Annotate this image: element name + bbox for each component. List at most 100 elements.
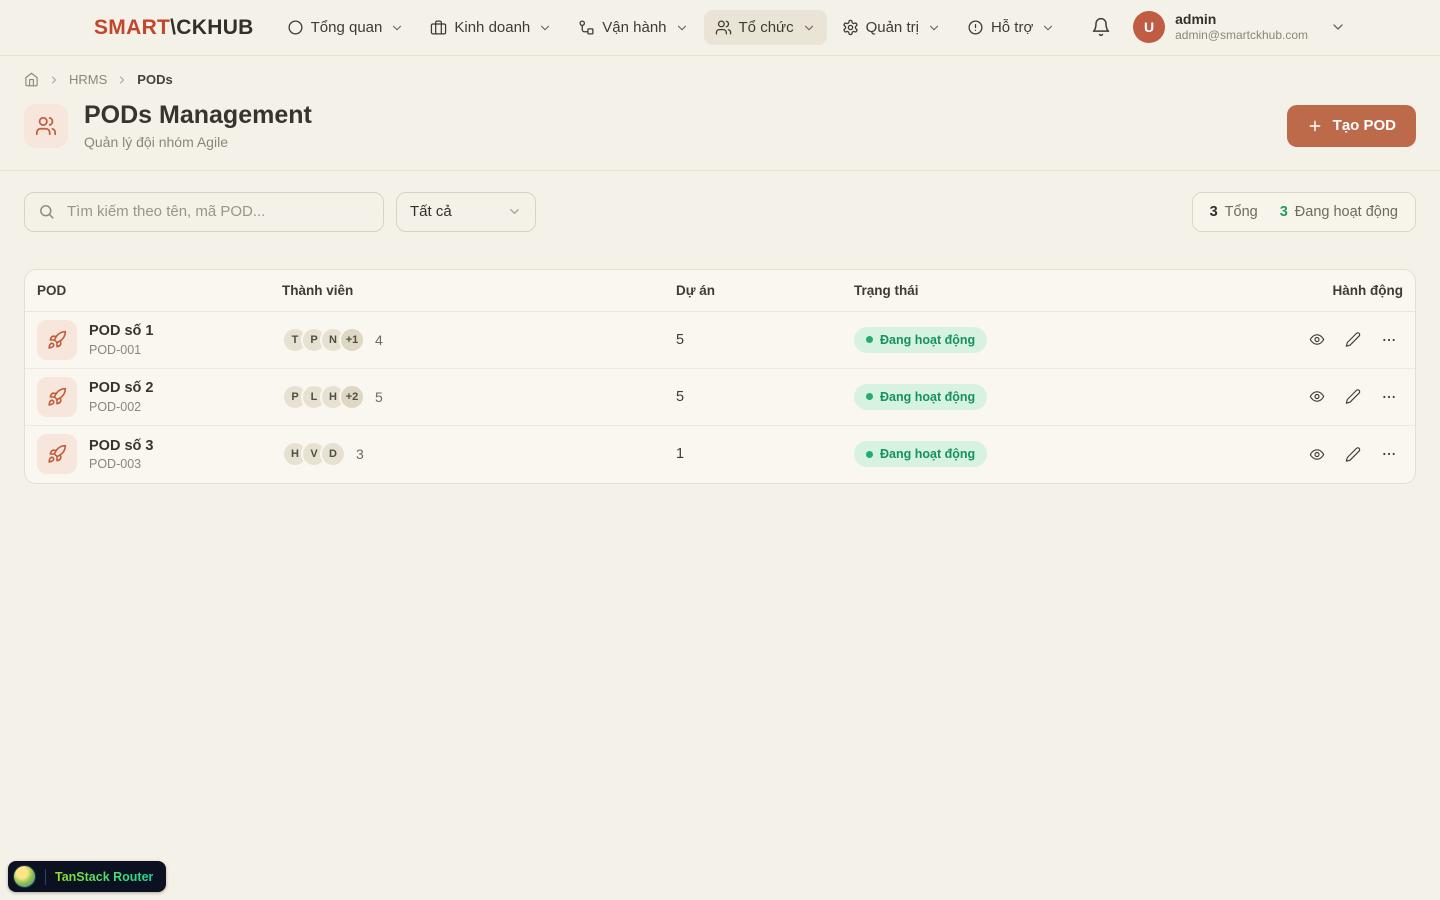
member-avatars: P L H +2 5	[282, 383, 676, 410]
edit-button[interactable]	[1339, 326, 1367, 354]
user-email: admin@smartckhub.com	[1175, 28, 1308, 43]
breadcrumb-item-hrms[interactable]: HRMS	[69, 72, 107, 87]
chevron-down-icon	[674, 21, 689, 35]
app-logo-part2: \CKHUB	[170, 15, 254, 39]
status-label: Đang hoạt động	[880, 332, 976, 347]
status-dot-icon	[866, 336, 873, 343]
rocket-icon	[37, 319, 77, 360]
member-avatar: +1	[339, 326, 365, 353]
page-header-section: HRMS PODs PODs Management Quản lý đội nh…	[0, 56, 1440, 171]
chevron-right-icon	[48, 74, 60, 86]
tanstack-devtools-badge[interactable]: TanStack Router	[8, 861, 167, 892]
more-button[interactable]	[1375, 383, 1403, 411]
project-count: 5	[676, 388, 685, 405]
view-button[interactable]	[1303, 383, 1331, 411]
divider	[45, 868, 46, 885]
pod-stats: 3 Tổng 3 Đang hoạt động	[1191, 191, 1416, 232]
nav-item-label: Hỗ trợ	[990, 19, 1034, 36]
tanstack-logo-icon	[13, 865, 36, 888]
main-nav: Tổng quan Kinh doanh Vận hành Tổ chức Quản t…	[276, 10, 1089, 45]
rocket-icon	[37, 376, 77, 417]
toolbar: Tất cả 3 Tổng 3 Đang hoạt động	[24, 191, 1416, 232]
member-avatar: D	[320, 441, 346, 467]
chevron-down-icon	[1330, 19, 1346, 35]
nav-item-admin[interactable]: Quản trị	[831, 10, 952, 45]
column-header-status: Trạng thái	[854, 282, 919, 298]
status-badge: Đang hoạt động	[854, 383, 988, 410]
pod-code: POD-001	[89, 342, 142, 357]
chevron-down-icon	[1040, 21, 1055, 35]
user-menu[interactable]: U admin admin@smartckhub.com	[1133, 11, 1346, 44]
status-badge: Đang hoạt động	[854, 326, 988, 353]
app-logo[interactable]: SMART\CKHUB	[94, 16, 254, 40]
member-avatars: HVD3	[282, 441, 676, 467]
nav-item-business[interactable]: Kinh doanh	[419, 10, 563, 45]
pod-code: POD-002	[89, 399, 142, 414]
pod-code: POD-003	[89, 457, 142, 472]
briefcase-icon	[430, 19, 447, 36]
rocket-icon	[37, 434, 77, 474]
stat-active-label: Đang hoạt động	[1294, 203, 1398, 220]
pod-name: POD số 2	[89, 380, 154, 397]
stat-total: 3 Tổng	[1210, 204, 1258, 220]
edit-button[interactable]	[1339, 383, 1367, 411]
status-filter-select[interactable]: Tất cả	[396, 191, 536, 232]
create-pod-button-label: Tạo POD	[1332, 117, 1396, 135]
page-subtitle: Quản lý đội nhóm Agile	[84, 133, 228, 150]
nav-item-overview[interactable]: Tổng quan	[276, 10, 416, 45]
app-logo-part1: SMART	[94, 15, 171, 39]
status-label: Đang hoạt động	[880, 447, 976, 461]
nav-item-organization[interactable]: Tổ chức	[703, 10, 827, 45]
table-row[interactable]: POD số 1 POD-001 T P N +1 4 5 Đang hoạt động	[25, 312, 1415, 369]
nav-item-label: Vận hành	[602, 19, 667, 36]
notifications-button[interactable]	[1089, 15, 1113, 39]
project-count: 5	[676, 331, 685, 348]
nav-item-label: Tổ chức	[738, 19, 794, 36]
page-icon	[24, 103, 68, 148]
chevron-down-icon	[801, 21, 816, 35]
table-header-row: POD Thành viên Dự án Trạng thái Hành độn…	[25, 270, 1415, 312]
view-button[interactable]	[1303, 326, 1331, 354]
user-name: admin	[1175, 11, 1217, 28]
view-button[interactable]	[1303, 440, 1331, 468]
member-count: 3	[356, 446, 364, 462]
home-icon[interactable]	[24, 72, 39, 87]
nav-item-label: Kinh doanh	[454, 19, 531, 36]
alert-circle-icon	[967, 19, 984, 36]
breadcrumb-item-pods: PODs	[137, 72, 173, 87]
user-avatar: U	[1133, 11, 1166, 44]
table-row[interactable]: POD số 3 POD-003 H V D 3 1 Đang hoạt động	[25, 426, 1415, 483]
column-header-pod: POD	[37, 282, 67, 298]
workflow-icon	[578, 19, 595, 36]
nav-item-operations[interactable]: Vận hành	[567, 10, 699, 45]
status-label: Đang hoạt động	[880, 389, 976, 404]
status-filter-value: Tất cả	[410, 203, 452, 220]
more-button[interactable]	[1375, 440, 1403, 468]
search-input[interactable]	[65, 202, 370, 221]
bell-icon	[1091, 17, 1111, 37]
chevron-down-icon	[389, 21, 404, 35]
settings-icon	[842, 19, 859, 36]
edit-button[interactable]	[1339, 440, 1367, 468]
top-navbar: SMART\CKHUB Tổng quan Kinh doanh Vận hành T…	[0, 0, 1440, 56]
pod-name: POD số 3	[89, 437, 154, 454]
stat-active: 3 Đang hoạt động	[1280, 204, 1398, 220]
chevron-right-icon	[116, 74, 128, 86]
member-count: 5	[375, 388, 383, 405]
more-button[interactable]	[1375, 326, 1403, 354]
chevron-down-icon	[507, 204, 522, 219]
breadcrumb: HRMS PODs	[24, 72, 1416, 87]
status-dot-icon	[866, 450, 873, 458]
pods-table: POD Thành viên Dự án Trạng thái Hành độn…	[24, 268, 1416, 484]
table-row[interactable]: POD số 2 POD-002 P L H +2 5 5 Đang hoạt động	[25, 369, 1415, 426]
chevron-down-icon	[537, 21, 552, 35]
pod-name: POD số 1	[89, 323, 154, 340]
search-box[interactable]	[24, 191, 384, 232]
nav-item-support[interactable]: Hỗ trợ	[956, 10, 1066, 45]
stat-active-value: 3	[1279, 203, 1288, 220]
column-header-members: Thành viên	[282, 282, 354, 298]
member-count: 4	[375, 331, 383, 348]
page-title: PODs Management	[84, 101, 312, 129]
stat-total-label: Tổng	[1224, 203, 1258, 220]
create-pod-button[interactable]: Tạo POD	[1286, 104, 1416, 147]
